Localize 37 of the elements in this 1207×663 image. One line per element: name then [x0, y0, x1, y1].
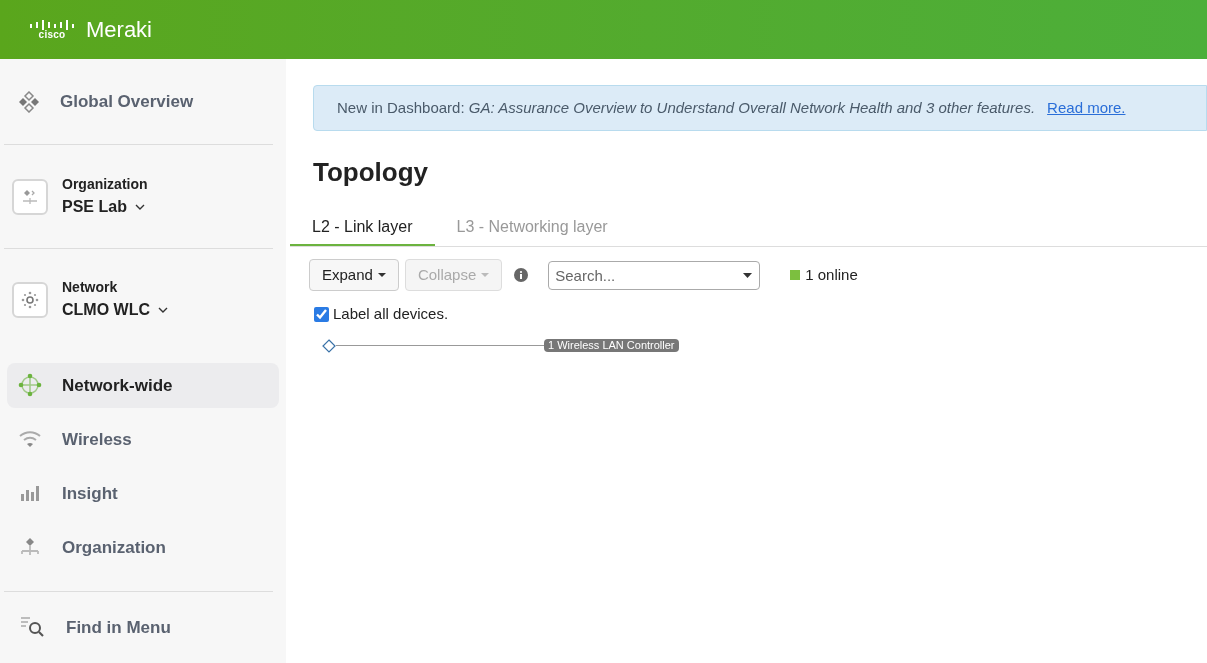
logo-text: cisco	[38, 29, 66, 40]
globe-icon	[18, 373, 42, 398]
nav-item[interactable]: Insight	[7, 470, 279, 516]
search-icon	[20, 616, 46, 639]
checkbox-label: Label all devices.	[333, 304, 449, 324]
nav-item[interactable]: Organization	[7, 524, 279, 570]
sidebar-item[interactable]: Global Overview	[0, 59, 286, 145]
chevron-icon	[158, 307, 168, 314]
picker-dropdown[interactable]: PSE Lab	[62, 195, 148, 219]
network-icon	[12, 281, 48, 318]
picker-caption: Network	[62, 278, 119, 298]
search-field[interactable]: Search...	[548, 260, 761, 290]
page-title: Topology	[313, 156, 430, 189]
caret-icon	[743, 272, 753, 278]
organization-icon	[12, 178, 48, 215]
read-more-link[interactable]: Read more.	[1047, 96, 1126, 120]
find-in-menu[interactable]: Find in Menu	[0, 591, 286, 663]
tab[interactable]: L3 - Networking layer	[434, 209, 630, 246]
dropdown-button[interactable]: Expand	[309, 259, 399, 291]
picker-caption: Organization	[62, 175, 148, 194]
info-icon[interactable]	[514, 268, 529, 282]
node-diamond-icon[interactable]	[322, 338, 336, 353]
nav-item[interactable]: Wireless	[7, 416, 279, 462]
nav-item[interactable]: Network-wide	[7, 362, 279, 408]
checkbox[interactable]	[314, 306, 329, 322]
cisco-bars-icon	[30, 19, 74, 30]
product-name: Meraki	[86, 16, 152, 44]
node-label: 1 Wireless LAN Controller	[544, 339, 679, 352]
caret-icon	[481, 273, 490, 277]
banner-text: New in Dashboard: GA: Assurance Overview to Understand Overall Network Health and 3 other features.	[337, 97, 1036, 118]
caret-icon	[377, 273, 386, 277]
overview-label: Global Overview	[60, 90, 194, 113]
picker-dropdown[interactable]: CLMO WLC	[62, 298, 168, 323]
diamonds-icon	[18, 90, 40, 113]
chevron-icon	[134, 204, 145, 210]
tab[interactable]: L2 - Link layer	[290, 209, 435, 246]
legend-label: 1 online	[805, 264, 858, 285]
